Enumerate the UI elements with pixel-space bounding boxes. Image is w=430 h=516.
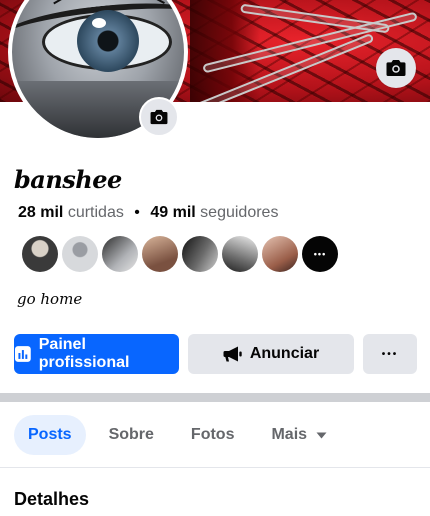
eye-iris bbox=[77, 10, 139, 72]
follower-avatar[interactable] bbox=[182, 236, 218, 272]
tab-more[interactable]: Mais bbox=[257, 415, 341, 455]
tab-label: Sobre bbox=[108, 426, 154, 443]
more-followers-button[interactable]: ••• bbox=[302, 236, 338, 272]
camera-icon bbox=[150, 109, 168, 125]
follower-avatars: ••• bbox=[22, 236, 338, 272]
section-divider bbox=[0, 393, 430, 402]
follower-avatar[interactable] bbox=[222, 236, 258, 272]
likes-label[interactable]: curtidas bbox=[68, 204, 124, 221]
advertise-button[interactable]: Anunciar bbox=[188, 334, 354, 374]
bar-chart-icon bbox=[14, 346, 31, 362]
professional-panel-label: Painel profissional bbox=[38, 336, 130, 371]
follower-avatar[interactable] bbox=[102, 236, 138, 272]
follower-avatar[interactable] bbox=[142, 236, 178, 272]
megaphone-icon bbox=[223, 346, 242, 362]
tab-label: Fotos bbox=[190, 426, 235, 443]
tabs-divider bbox=[0, 467, 430, 468]
followers-count[interactable]: 49 mil bbox=[150, 204, 195, 221]
follower-avatar[interactable] bbox=[62, 236, 98, 272]
likes-count[interactable]: 28 mil bbox=[18, 204, 63, 221]
eyelash bbox=[53, 0, 77, 5]
tab-photos[interactable]: Fotos bbox=[177, 415, 249, 455]
follower-avatar[interactable] bbox=[262, 236, 298, 272]
camera-icon bbox=[386, 60, 406, 76]
cover-camera-button[interactable] bbox=[376, 48, 416, 88]
more-dots-icon: ••• bbox=[381, 348, 399, 360]
advertise-label: Anunciar bbox=[249, 345, 320, 362]
tab-posts[interactable]: Posts bbox=[14, 415, 86, 455]
tab-about[interactable]: Sobre bbox=[95, 415, 168, 455]
followers-label[interactable]: seguidores bbox=[200, 204, 278, 221]
cover-chain bbox=[240, 3, 390, 34]
profile-name: banshee bbox=[14, 165, 122, 194]
eye-shine bbox=[92, 18, 106, 28]
professional-panel-button[interactable]: Painel profissional bbox=[14, 334, 179, 374]
profile-stats: 28 mil curtidas • 49 mil seguidores bbox=[18, 204, 278, 222]
profile-bio: go home bbox=[17, 290, 83, 308]
profile-camera-button[interactable] bbox=[139, 97, 179, 137]
tab-label: Posts bbox=[28, 426, 72, 443]
stats-separator: • bbox=[134, 204, 140, 221]
caret-down-icon bbox=[316, 432, 327, 438]
follower-avatar[interactable] bbox=[22, 236, 58, 272]
more-actions-button[interactable]: ••• bbox=[363, 334, 417, 374]
profile-tabs: Posts Sobre Fotos Mais bbox=[14, 415, 350, 455]
more-dots-icon: ••• bbox=[313, 249, 327, 259]
details-section-title: Detalhes bbox=[14, 489, 90, 509]
tab-label: Mais bbox=[271, 426, 308, 443]
